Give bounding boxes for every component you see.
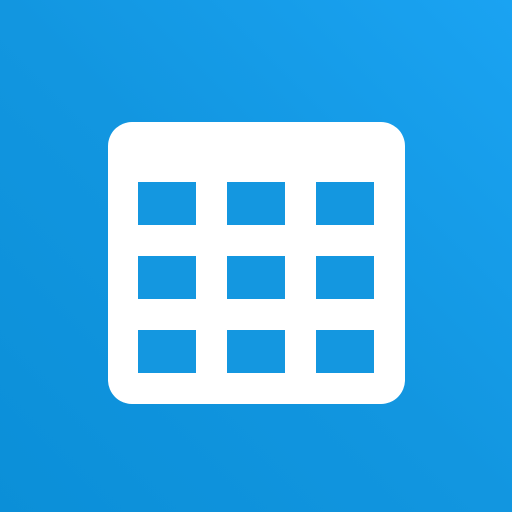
calendar-cell	[138, 182, 196, 225]
app-icon-background	[0, 0, 512, 512]
calendar-cell	[227, 330, 285, 373]
calendar-cell	[316, 256, 374, 299]
calendar-cell	[138, 330, 196, 373]
calendar-cell	[316, 330, 374, 373]
calendar-cell	[316, 182, 374, 225]
calendar-grid-icon	[108, 122, 405, 404]
calendar-cell	[138, 256, 196, 299]
calendar-cell	[227, 256, 285, 299]
calendar-cell	[227, 182, 285, 225]
